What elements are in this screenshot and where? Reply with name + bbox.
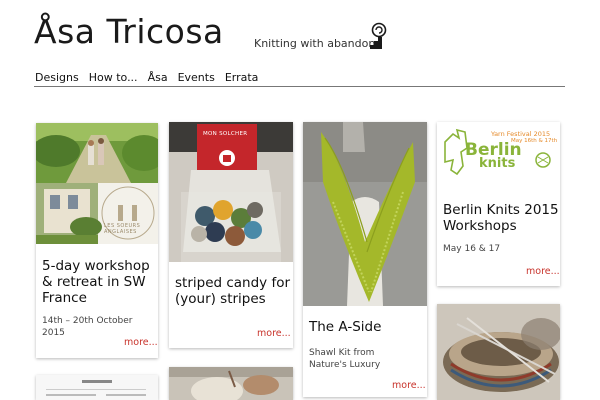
main-nav: Designs How to... Åsa Events Errata xyxy=(35,71,268,84)
spiral-stair-logo-icon[interactable] xyxy=(368,22,388,50)
green-lace-shawl-photo[interactable] xyxy=(303,122,427,306)
nav-divider xyxy=(34,86,565,87)
post-title[interactable]: The A-Side xyxy=(309,319,427,335)
post-card-berlin-knits[interactable]: Yarn Festival 2015 May 16th & 17th Berli… xyxy=(437,122,560,286)
yarn-minis-in-bag-photo[interactable] xyxy=(169,122,293,262)
post-title[interactable]: striped candy for (your) stripes xyxy=(175,275,293,307)
site-title[interactable]: Åsa Tricosa xyxy=(34,12,224,51)
post-card-sweater[interactable] xyxy=(169,367,293,400)
nav-item-asa[interactable]: Åsa xyxy=(148,71,168,84)
post-card-document[interactable] xyxy=(36,375,158,400)
post-meta: 14th – 20th October 2015 xyxy=(42,316,133,338)
document-screenshot-thumbnail[interactable] xyxy=(36,375,158,400)
nav-item-how-to[interactable]: How to... xyxy=(89,71,138,84)
read-more-link[interactable]: more... xyxy=(257,328,291,339)
berlin-knits-festival-label: Yarn Festival 2015 xyxy=(491,130,551,138)
nav-item-errata[interactable]: Errata xyxy=(225,71,259,84)
site-tagline: Knitting with abandon xyxy=(254,37,376,50)
read-more-link[interactable]: more... xyxy=(392,380,426,391)
read-more-link[interactable]: more... xyxy=(124,337,158,348)
post-image-caption: LES SOEURS ANGLAISES xyxy=(104,223,141,235)
knitted-sweater-detail-photo[interactable] xyxy=(169,367,293,400)
bowl-with-knitting-needles-photo[interactable] xyxy=(437,304,560,400)
post-meta: Shawl Kit from Nature's Luxury xyxy=(309,348,381,370)
post-title[interactable]: Berlin Knits 2015 Workshops xyxy=(443,202,560,234)
post-card-a-side[interactable]: The A-Side Shawl Kit from Nature's Luxur… xyxy=(303,122,427,397)
nav-item-events[interactable]: Events xyxy=(178,71,215,84)
bag-label-text: MON SOLCHER xyxy=(203,131,248,137)
nav-item-designs[interactable]: Designs xyxy=(35,71,79,84)
berlin-knits-brand-line2: knits xyxy=(479,156,516,171)
post-card-striped-candy[interactable]: MON SOLCHER striped candy for (your) str… xyxy=(169,122,293,348)
post-meta: May 16 & 17 xyxy=(443,244,501,254)
post-title[interactable]: 5-day workshop & retreat in SW France xyxy=(42,258,154,306)
post-card-workshop[interactable]: LES SOEURS ANGLAISES 5-day workshop & re… xyxy=(36,123,158,358)
read-more-link[interactable]: more... xyxy=(526,266,560,277)
post-card-bowl-needles[interactable] xyxy=(437,304,560,400)
